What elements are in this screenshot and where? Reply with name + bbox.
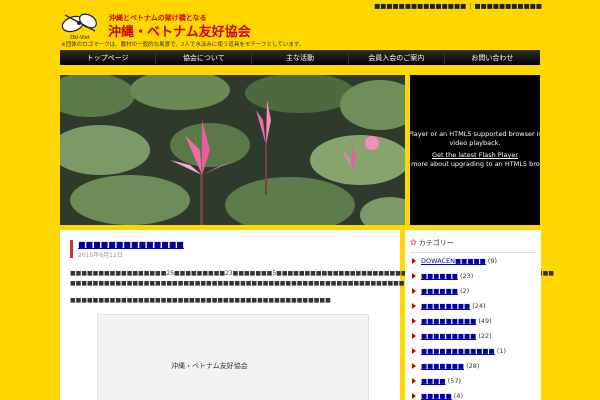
video-message-1: Player or an HTML5 supported browser is xyxy=(410,130,540,138)
category-count: (1) xyxy=(496,347,506,355)
main-nav: トップページ 協会について 主な活動 会員入会のご案内 お問い合わせ xyxy=(60,50,540,65)
arrow-icon xyxy=(412,363,416,369)
document-heading: 沖縄・ベトナム友好協会 xyxy=(171,362,248,370)
post-date: 2015年6月12日 xyxy=(78,252,123,259)
category-link[interactable]: ■■■■■■ xyxy=(421,272,458,280)
arrow-icon xyxy=(412,258,416,264)
category-link[interactable]: ■■■■■■ xyxy=(421,287,458,295)
top-links: ■■■■■■■■■■■■■■■ | ■■■■■■■■■■■ xyxy=(374,2,542,10)
category-heading: ✿ カテゴリー xyxy=(410,238,454,248)
arrow-icon xyxy=(412,318,416,324)
nav-item-contact[interactable]: お問い合わせ xyxy=(445,51,540,64)
arrow-icon xyxy=(412,288,416,294)
category-count: (4) xyxy=(453,392,464,400)
category-count: (22) xyxy=(478,332,492,340)
arrow-icon xyxy=(412,378,416,384)
html5-upgrade-link[interactable]: n more about upgrading to an HTML5 brow xyxy=(410,160,540,168)
site-title[interactable]: 沖縄・ベトナム友好協会 xyxy=(108,21,251,40)
arrow-icon xyxy=(412,393,416,399)
category-link[interactable]: ■■■■■■■■■■■■ xyxy=(421,347,495,355)
category-count: (57) xyxy=(447,377,461,385)
category-link[interactable]: DOWACEN■■■■■ xyxy=(421,257,486,265)
top-link-2[interactable]: ■■■■■■■■■■■ xyxy=(474,2,542,10)
category-item: ■■■■■■ (2) xyxy=(412,287,470,295)
category-item: ■■■■■■■■■ (49) xyxy=(412,317,492,325)
sidebar: ✿ カテゴリー DOWACEN■■■■■ (9) ■■■■■■ (23) ■■■■… xyxy=(405,230,541,400)
category-item: ■■■■■ (4) xyxy=(412,392,464,400)
category-link[interactable]: ■■■■■■■■■ xyxy=(421,317,476,325)
category-count: (2) xyxy=(459,287,470,295)
category-link[interactable]: ■■■■ xyxy=(421,377,446,385)
arrow-icon xyxy=(412,333,416,339)
nav-item-top[interactable]: トップページ xyxy=(60,51,157,64)
arrow-icon xyxy=(412,303,416,309)
flash-player-link[interactable]: Get the latest Flash Player xyxy=(432,151,518,159)
category-item: ■■■■■■■ (28) xyxy=(412,362,480,370)
post-title-link[interactable]: ■■■■■■■■■■■■■■ xyxy=(78,240,184,249)
top-link-separator: | xyxy=(469,2,472,10)
arrow-icon xyxy=(412,348,416,354)
category-item: ■■■■■■ (23) xyxy=(412,272,474,280)
nav-item-membership[interactable]: 会員入会のご案内 xyxy=(349,51,445,64)
post-paragraph-3: ■■■■■■■■■■■■■■■■■■■■■■■■■■■■■■■■■■■■■■■■… xyxy=(70,297,331,304)
category-link[interactable]: ■■■■■■■■ xyxy=(421,302,470,310)
category-item: DOWACEN■■■■■ (9) xyxy=(412,257,498,265)
video-player-placeholder[interactable]: Player or an HTML5 supported browser is … xyxy=(410,75,540,225)
post-title-accent xyxy=(70,240,73,258)
divider xyxy=(410,252,536,253)
hero-image-lotus xyxy=(60,75,405,225)
category-link[interactable]: ■■■■■■■ xyxy=(421,362,464,370)
flower-icon: ✿ xyxy=(410,238,417,247)
nav-item-activities[interactable]: 主な活動 xyxy=(252,51,349,64)
category-item: ■■■■ (57) xyxy=(412,377,461,385)
category-item: ■■■■■■■■■■■■ (1) xyxy=(412,347,506,355)
logo-note: ※団体のロゴマークは、農村の一般的な風景で、2人で水汲みに使う道具をモチーフとし… xyxy=(61,42,305,48)
category-item: ■■■■■■■■■ (22) xyxy=(412,332,492,340)
nav-item-about[interactable]: 協会について xyxy=(156,51,253,64)
category-count: (28) xyxy=(466,362,480,370)
arrow-icon xyxy=(412,273,416,279)
category-link[interactable]: ■■■■■■■■■ xyxy=(421,332,476,340)
category-count: (49) xyxy=(478,317,492,325)
category-count: (9) xyxy=(487,257,498,265)
category-heading-label: カテゴリー xyxy=(418,239,454,247)
site-logo[interactable]: Oki-Viet xyxy=(61,11,99,41)
category-count: (24) xyxy=(472,302,486,310)
video-message-2: video playback. xyxy=(449,139,501,147)
category-count: (23) xyxy=(459,272,474,280)
category-link[interactable]: ■■■■■ xyxy=(421,392,452,400)
category-item: ■■■■■■■■ (24) xyxy=(412,302,486,310)
main-content: ■■■■■■■■■■■■■■ 2015年6月12日 ■■■■■■■■■■■■■■… xyxy=(60,230,554,400)
document-image: 沖縄・ベトナム友好協会 xyxy=(97,314,369,400)
top-link-1[interactable]: ■■■■■■■■■■■■■■■ xyxy=(374,2,466,10)
